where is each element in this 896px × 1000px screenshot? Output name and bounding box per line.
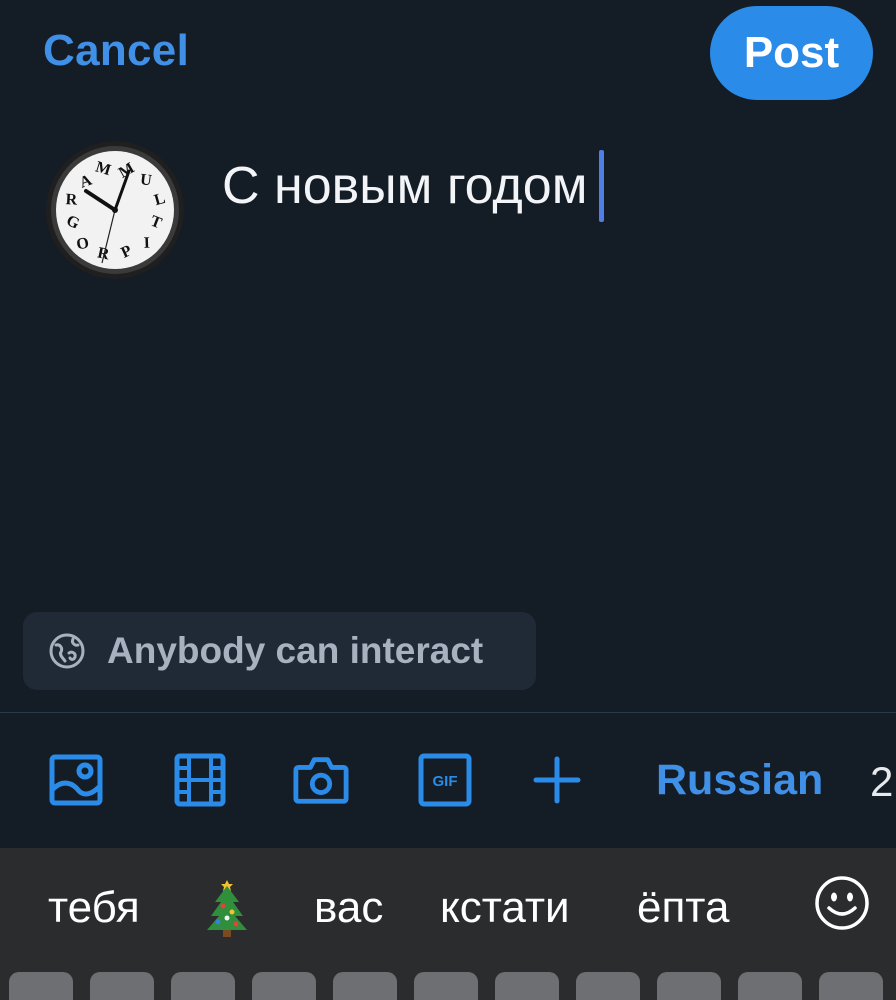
suggestion-emoji[interactable]	[203, 876, 251, 943]
suggestion-4[interactable]: ёпта	[637, 883, 729, 933]
keyboard-key[interactable]	[9, 972, 73, 1000]
avatar[interactable]: MULTIPROGRAM	[46, 141, 184, 279]
add-gif-button[interactable]: GIF	[417, 752, 473, 808]
post-button[interactable]: Post	[710, 6, 873, 100]
suggestion-2[interactable]: вас	[314, 883, 383, 933]
camera-icon	[293, 757, 349, 804]
emoji-keyboard-button[interactable]	[813, 874, 871, 937]
suggestion-1[interactable]: тебя	[48, 883, 140, 933]
add-image-button[interactable]	[48, 752, 104, 808]
text-cursor	[599, 150, 605, 222]
interaction-settings-button[interactable]: Anybody can interact	[23, 612, 536, 690]
post-text-input[interactable]: С новым годом	[222, 150, 605, 222]
open-camera-button[interactable]	[293, 752, 349, 808]
keyboard-key[interactable]	[657, 972, 721, 1000]
christmas-tree-icon	[207, 880, 247, 937]
character-count: 2	[870, 758, 894, 805]
image-icon	[49, 754, 103, 806]
clock-avatar-image: M ULTIPROGRAM	[46, 141, 184, 279]
globe-icon	[49, 633, 85, 669]
more-options-button[interactable]	[529, 752, 585, 808]
keyboard: тебя вас кстати ёпта	[0, 848, 896, 1000]
language-selector[interactable]: Russian	[656, 756, 823, 805]
post-text: С новым годом	[222, 157, 588, 215]
smiley-icon	[815, 876, 869, 930]
add-video-button[interactable]	[172, 752, 228, 808]
clock-letter: R	[65, 191, 78, 209]
keyboard-key[interactable]	[252, 972, 316, 1000]
keyboard-key[interactable]	[333, 972, 397, 1000]
keyboard-key[interactable]	[819, 972, 883, 1000]
gif-icon: GIF	[418, 753, 472, 807]
gif-label: GIF	[433, 773, 458, 790]
plus-icon	[533, 756, 581, 804]
keyboard-key[interactable]	[495, 972, 559, 1000]
keyboard-key[interactable]	[171, 972, 235, 1000]
compose-post-screen: Cancel Post MULTIPROGRAM С новым годом A…	[0, 0, 896, 1000]
keyboard-key[interactable]	[90, 972, 154, 1000]
clock-letter: I	[143, 235, 150, 252]
cancel-button[interactable]: Cancel	[43, 26, 189, 76]
keyboard-key[interactable]	[576, 972, 640, 1000]
toolbar-divider	[0, 712, 896, 713]
suggestion-3[interactable]: кстати	[440, 883, 570, 933]
keyboard-key[interactable]	[738, 972, 802, 1000]
video-icon	[174, 753, 226, 807]
interaction-label: Anybody can interact	[107, 630, 484, 671]
keyboard-key[interactable]	[414, 972, 478, 1000]
